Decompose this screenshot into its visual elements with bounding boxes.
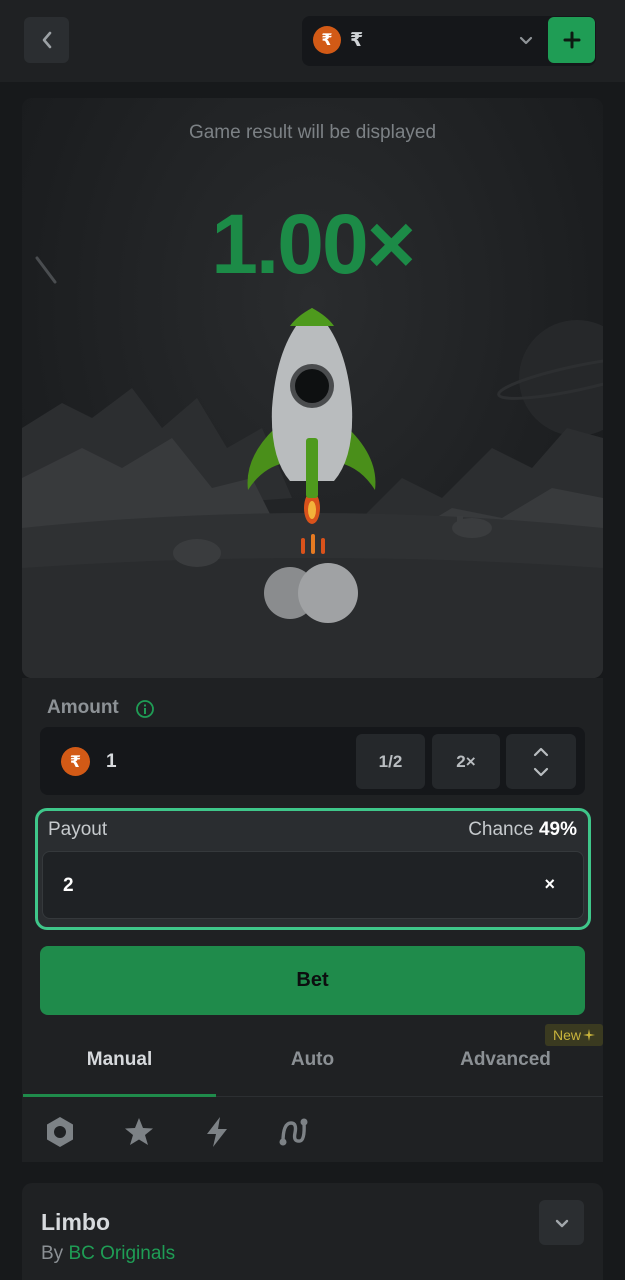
- rupee-coin-icon: ₹: [313, 26, 341, 54]
- payout-field-group: Payout Chance 49% 2 ×: [35, 808, 591, 930]
- route-icon[interactable]: [276, 1115, 310, 1149]
- tab-auto[interactable]: Auto: [216, 1049, 409, 1071]
- amount-input[interactable]: ₹ 1 1/2 2×: [40, 727, 585, 795]
- amount-value[interactable]: 1: [106, 751, 117, 773]
- half-amount-button[interactable]: 1/2: [356, 734, 425, 789]
- sparkle-icon: [583, 1029, 596, 1041]
- game-stage: Game result will be displayed 1.00×: [22, 98, 603, 678]
- new-badge-label: New: [553, 1027, 582, 1043]
- amount-stepper-button[interactable]: [506, 734, 576, 789]
- new-badge: New: [545, 1024, 604, 1046]
- result-placeholder-text: Game result will be displayed: [188, 122, 437, 143]
- chevron-down-icon: [519, 36, 533, 45]
- back-button[interactable]: [24, 17, 69, 63]
- game-provider-line: By BC Originals: [41, 1243, 175, 1265]
- chevron-down-icon: [555, 1219, 568, 1227]
- currency-symbol: ₹: [350, 30, 364, 51]
- collapse-button[interactable]: [539, 1200, 584, 1245]
- rupee-coin-icon: ₹: [61, 747, 90, 776]
- chevron-up-down-icon: [533, 747, 549, 776]
- chance-value: 49%: [538, 819, 577, 840]
- amount-label: Amount: [47, 697, 119, 718]
- bet-button[interactable]: Bet: [40, 946, 585, 1015]
- active-tab-indicator: [23, 1094, 216, 1097]
- plus-icon: [563, 31, 580, 49]
- tab-advanced[interactable]: Advanced: [409, 1049, 602, 1071]
- game-title: Limbo: [41, 1209, 110, 1235]
- provider-link[interactable]: BC Originals: [68, 1243, 175, 1264]
- info-icon[interactable]: [135, 699, 155, 719]
- payout-input[interactable]: 2 ×: [42, 851, 584, 919]
- tab-manual[interactable]: Manual: [23, 1049, 216, 1071]
- top-bar: ₹ ₹: [0, 0, 625, 82]
- hexagon-icon[interactable]: [44, 1115, 76, 1149]
- payout-label: Payout: [48, 819, 108, 840]
- payout-value[interactable]: 2: [63, 875, 74, 897]
- by-prefix: By: [41, 1243, 64, 1264]
- deposit-button[interactable]: [548, 17, 595, 63]
- game-info-card: Limbo By BC Originals: [22, 1183, 603, 1280]
- double-amount-button[interactable]: 2×: [432, 734, 500, 789]
- lightning-icon[interactable]: [202, 1115, 232, 1149]
- multiplier-suffix: ×: [544, 874, 555, 894]
- chance-display: Chance 49%: [468, 819, 577, 841]
- moon-landscape-illustration: [22, 256, 603, 678]
- chevron-left-icon: [42, 31, 51, 49]
- star-icon[interactable]: [122, 1115, 156, 1149]
- chance-label: Chance: [468, 819, 534, 840]
- multiplier-display: 1.00×: [211, 197, 416, 291]
